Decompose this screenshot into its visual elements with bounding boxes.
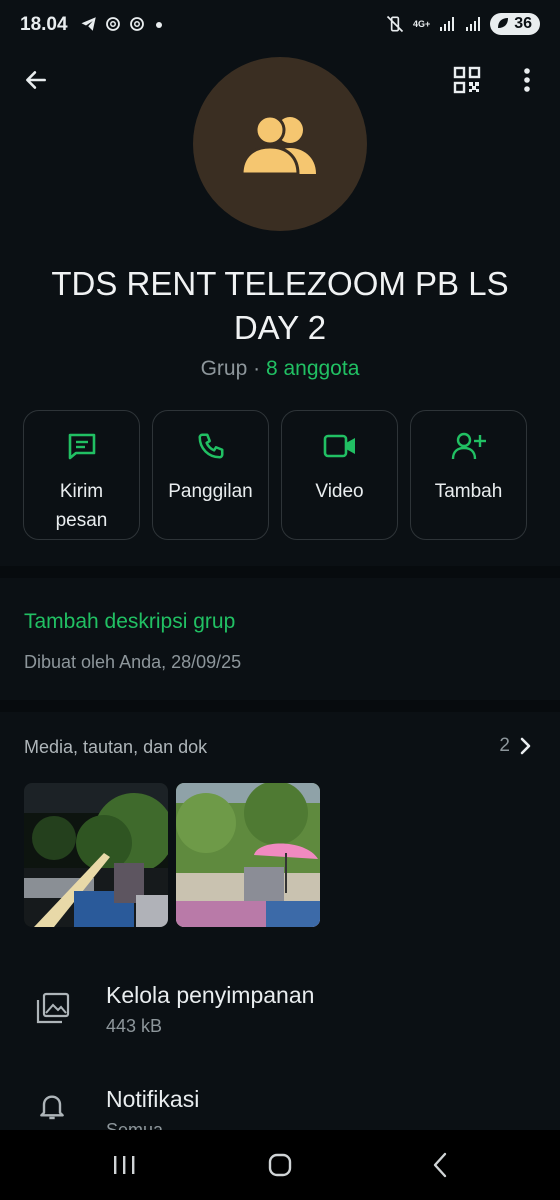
manage-storage-subtitle: 443 kB (106, 1016, 163, 1036)
message-icon (68, 433, 95, 460)
bell-icon (40, 1095, 64, 1120)
mute-vibrate-icon (386, 15, 404, 33)
video-call-button[interactable]: Video (281, 410, 398, 540)
media-count: 2 (499, 735, 510, 756)
threads-icon (130, 17, 144, 31)
threads-icon (106, 17, 120, 31)
storage-row-icon-wrap (36, 992, 70, 1029)
add-person-icon (451, 432, 486, 460)
add-member-label: Tambah (434, 481, 503, 502)
video-icon (323, 434, 355, 458)
group-type-label: Grup · (200, 357, 261, 380)
notifications-title[interactable]: Notifikasi (106, 1086, 199, 1113)
send-message-label: Kirim pesan (55, 481, 108, 531)
back-nav-icon (433, 1152, 447, 1178)
voice-call-button[interactable]: Panggilan (152, 410, 269, 540)
recent-apps-icon (114, 1156, 135, 1174)
group-name: TDS RENT TELEZOOM PB LS DAY 2 (51, 265, 509, 346)
battery-level: 36 (514, 15, 532, 32)
chevron-right-icon (520, 737, 531, 755)
media-thumbnail[interactable] (24, 783, 168, 927)
photo-night-scene (24, 783, 168, 927)
group-avatar[interactable] (193, 57, 367, 231)
more-options-button[interactable] (512, 62, 542, 98)
battery-indicator: 36 (490, 13, 540, 35)
more-vert-icon (524, 68, 530, 92)
leaf-icon (498, 18, 509, 28)
video-call-label: Video (315, 481, 364, 502)
status-bar: 18.04 4G+ 36 (0, 0, 560, 50)
add-description-link[interactable]: Tambah deskripsi grup (24, 610, 235, 634)
media-thumbnail[interactable] (176, 783, 320, 927)
qr-code-icon (453, 66, 481, 94)
add-member-button[interactable]: Tambah (410, 410, 527, 540)
action-buttons: Kirim pesan Panggilan Video Tambah (23, 410, 527, 540)
notification-row-icon-wrap (36, 1090, 68, 1127)
media-count-button[interactable]: 2 (499, 735, 532, 757)
dot-icon (156, 22, 162, 28)
telegram-icon (81, 17, 96, 31)
group-meta: Grup · 8 anggota (0, 357, 560, 381)
system-navigation-bar (0, 1130, 560, 1200)
storage-icon (36, 992, 70, 1024)
back-button[interactable] (18, 62, 54, 98)
created-info: Dibuat oleh Anda, 28/09/25 (24, 652, 242, 672)
group-icon (240, 114, 316, 176)
qr-code-button[interactable] (449, 62, 485, 98)
signal-icon (440, 17, 455, 31)
home-button[interactable] (260, 1150, 300, 1180)
voice-call-label: Panggilan (168, 481, 253, 502)
recent-apps-button[interactable] (104, 1150, 144, 1180)
status-time: 18.04 (20, 14, 68, 35)
signal-icon (466, 17, 481, 31)
back-nav-button[interactable] (420, 1150, 460, 1180)
phone-icon (198, 433, 223, 459)
manage-storage-title[interactable]: Kelola penyimpanan (106, 982, 314, 1009)
send-message-button[interactable]: Kirim pesan (23, 410, 140, 540)
home-icon (268, 1153, 292, 1177)
photo-umbrella-scene (176, 783, 320, 927)
member-count-link[interactable]: 8 anggota (266, 357, 359, 380)
back-arrow-icon (26, 71, 46, 89)
4g-icon: 4G+ (412, 18, 431, 29)
section-divider (0, 700, 560, 712)
section-divider (0, 566, 560, 578)
media-header[interactable]: Media, tautan, dan dok (24, 737, 207, 758)
